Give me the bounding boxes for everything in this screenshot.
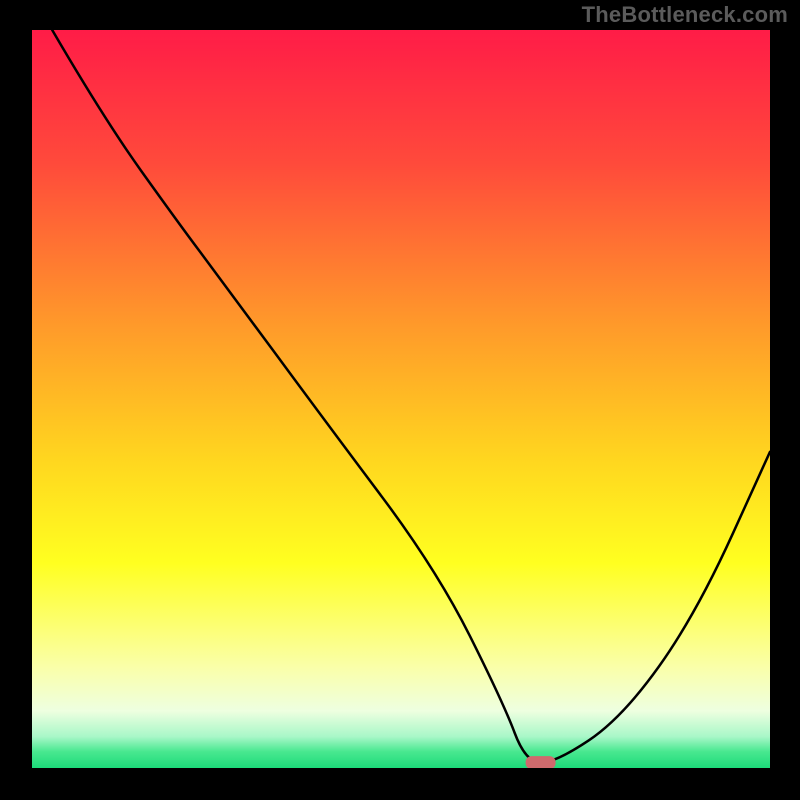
optimal-marker <box>526 756 556 769</box>
bottleneck-chart <box>0 0 800 800</box>
chart-frame: TheBottleneck.com <box>0 0 800 800</box>
watermark-text: TheBottleneck.com <box>582 2 788 28</box>
plot-background <box>30 30 770 770</box>
